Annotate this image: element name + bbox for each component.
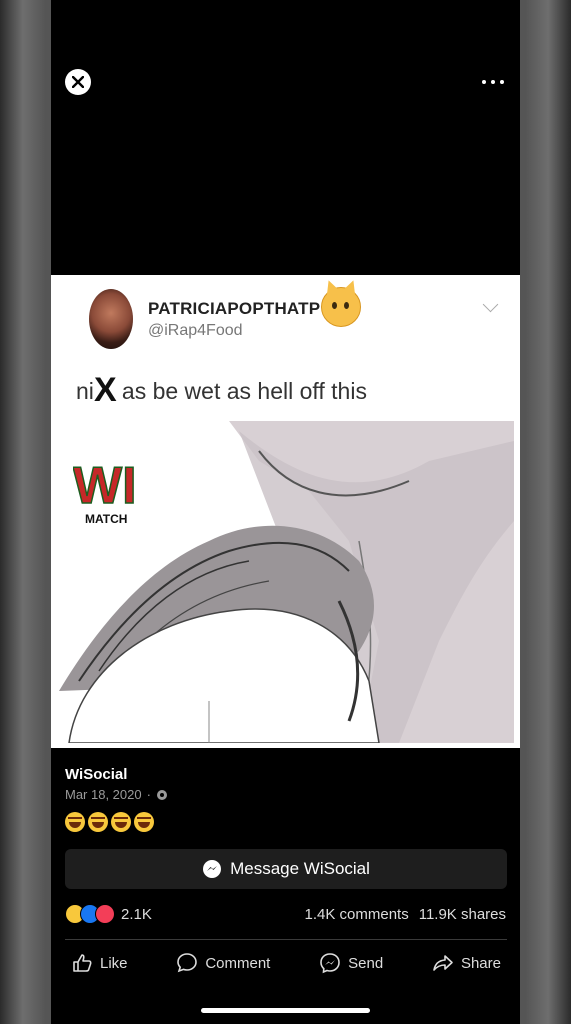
post-meta: Mar 18, 2020 · bbox=[65, 787, 168, 802]
comment-button[interactable]: Comment bbox=[170, 949, 276, 977]
post-viewer-screen: PATRICIAPOPTHATPY @iRap4Food nias be wet… bbox=[51, 0, 520, 1024]
like-label: Like bbox=[100, 954, 128, 972]
meta-separator: · bbox=[146, 787, 151, 802]
messenger-send-icon bbox=[320, 953, 340, 974]
messenger-icon bbox=[203, 860, 222, 878]
x-overlay-mark: X bbox=[94, 371, 117, 409]
cat-face-emoji-icon bbox=[321, 287, 361, 327]
message-page-button[interactable]: Message WiSocial bbox=[65, 849, 507, 889]
share-arrow-icon bbox=[433, 955, 453, 971]
tweet-text-prefix: ni bbox=[76, 378, 94, 404]
watermark-letters: WI bbox=[73, 457, 137, 515]
tweet-text: ni as be wet as hell off this bbox=[76, 378, 367, 405]
page-name-link[interactable]: WiSocial bbox=[65, 766, 127, 783]
wi-match-watermark: WI MATCH bbox=[73, 456, 137, 526]
laugh-emoji-icon bbox=[65, 812, 85, 832]
share-button[interactable]: Share bbox=[426, 949, 507, 977]
laugh-emoji-icon bbox=[134, 812, 154, 832]
home-indicator[interactable] bbox=[201, 1008, 370, 1013]
close-icon bbox=[72, 76, 84, 88]
tweet-text-body: as be wet as hell off this bbox=[121, 378, 367, 404]
divider bbox=[65, 939, 507, 940]
chevron-down-icon bbox=[482, 296, 499, 313]
send-button[interactable]: Send bbox=[313, 949, 389, 977]
more-dot bbox=[500, 80, 504, 84]
share-label: Share bbox=[460, 954, 501, 972]
more-options-button[interactable] bbox=[482, 72, 504, 92]
post-actions-bar: Like Comment Send Share bbox=[65, 949, 507, 977]
tweet-display-name-text: PATRICIAPOPTHATP bbox=[148, 299, 321, 318]
comments-count-link[interactable]: 1.4K comments bbox=[305, 906, 409, 923]
comment-label: Comment bbox=[205, 954, 271, 972]
tweet-avatar bbox=[89, 289, 133, 349]
close-button[interactable] bbox=[65, 69, 91, 95]
more-horizontal-icon bbox=[482, 80, 486, 84]
tweet-handle: @iRap4Food bbox=[148, 322, 243, 339]
cat-eye bbox=[344, 302, 349, 309]
public-audience-icon bbox=[156, 789, 167, 800]
laugh-emoji-icon bbox=[111, 812, 131, 832]
message-button-label: Message WiSocial bbox=[230, 859, 370, 878]
send-label: Send bbox=[348, 954, 384, 972]
watermark-sub: MATCH bbox=[85, 512, 127, 526]
post-date: Mar 18, 2020 bbox=[65, 787, 142, 802]
reactions-summary[interactable]: 2.1K bbox=[65, 904, 152, 924]
shares-count-link[interactable]: 11.9K shares bbox=[419, 906, 506, 923]
more-dot bbox=[491, 80, 495, 84]
post-image[interactable]: PATRICIAPOPTHATPY @iRap4Food nias be wet… bbox=[51, 275, 520, 748]
reaction-count: 2.1K bbox=[121, 905, 152, 923]
thumbs-up-icon bbox=[73, 954, 92, 972]
caption-emojis bbox=[65, 812, 154, 832]
laugh-emoji-icon bbox=[88, 812, 108, 832]
cat-eye bbox=[332, 302, 337, 309]
love-reaction-icon bbox=[95, 904, 115, 924]
engagement-stats: 1.4K comments 11.9K shares bbox=[305, 906, 507, 923]
comment-bubble-icon bbox=[177, 953, 198, 973]
like-button[interactable]: Like bbox=[65, 949, 134, 977]
